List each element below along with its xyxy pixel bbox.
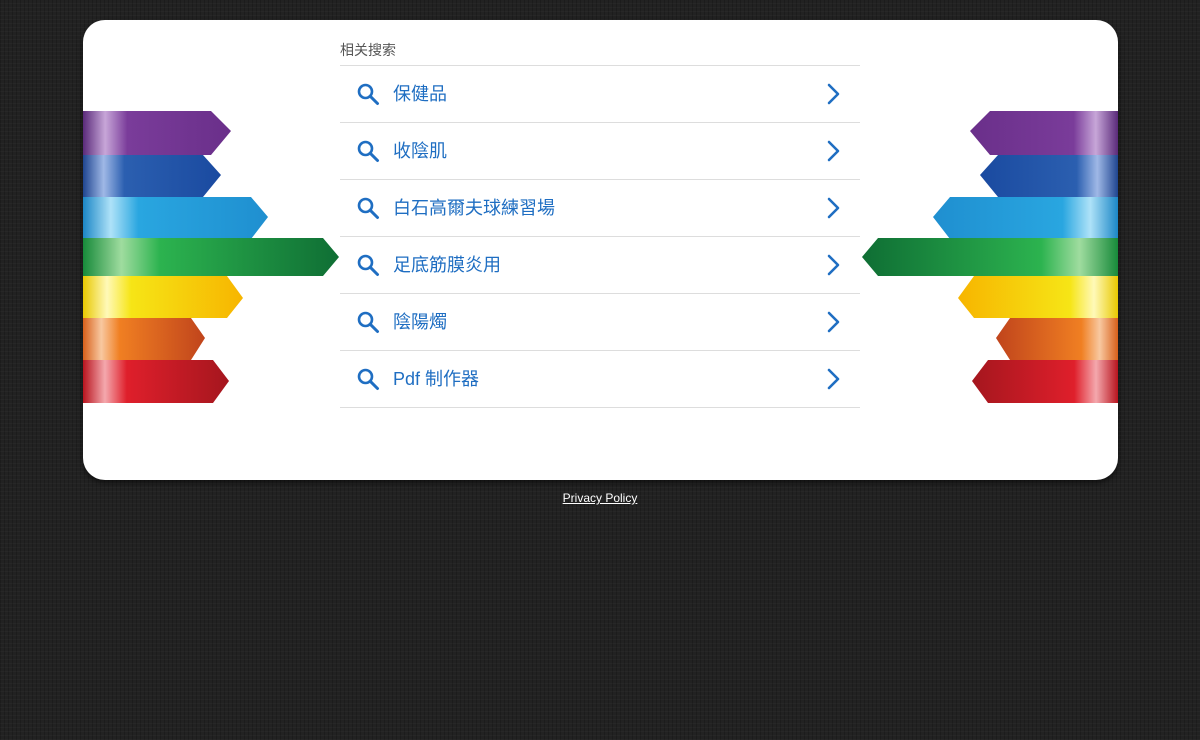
search-icon (357, 197, 379, 219)
related-search-label: 保健品 (393, 84, 447, 104)
related-searches-list: 保健品收陰肌白石高爾夫球練習場 足底筋膜炎用 陰陽燭 Pdf 制作器 (340, 66, 860, 408)
parking-card: 相关搜索 保健品收陰肌白石高爾夫球練習場 足底筋膜炎用 陰陽燭 Pdf 制作器 (83, 20, 1118, 480)
related-search-item[interactable]: 收陰肌 (340, 123, 860, 180)
chevron-right-icon (827, 368, 840, 390)
chevron-right-icon (827, 140, 840, 162)
related-search-label: 收陰肌 (393, 141, 447, 161)
related-search-label: 白石高爾夫球練習場 (393, 198, 555, 218)
related-search-label: Pdf 制作器 (393, 369, 480, 389)
related-search-item[interactable]: 白石高爾夫球練習場 (340, 180, 860, 237)
related-searches: 相关搜索 保健品收陰肌白石高爾夫球練習場 足底筋膜炎用 陰陽燭 Pdf 制作器 (340, 38, 860, 408)
privacy-policy-link[interactable]: Privacy Policy (563, 491, 638, 505)
chevron-right-icon (827, 254, 840, 276)
related-search-label: 陰陽燭 (393, 312, 447, 332)
search-icon (357, 368, 379, 390)
chevron-right-icon (827, 197, 840, 219)
related-search-item[interactable]: 陰陽燭 (340, 294, 860, 351)
search-icon (357, 311, 379, 333)
search-icon (357, 254, 379, 276)
search-icon (357, 83, 379, 105)
related-search-item[interactable]: 保健品 (340, 66, 860, 123)
related-search-label: 足底筋膜炎用 (393, 255, 501, 275)
search-icon (357, 140, 379, 162)
chevron-right-icon (827, 83, 840, 105)
footer: Privacy Policy (0, 489, 1200, 507)
chevron-right-icon (827, 311, 840, 333)
related-searches-title: 相关搜索 (340, 38, 860, 66)
related-search-item[interactable]: Pdf 制作器 (340, 351, 860, 408)
related-search-item[interactable]: 足底筋膜炎用 (340, 237, 860, 294)
